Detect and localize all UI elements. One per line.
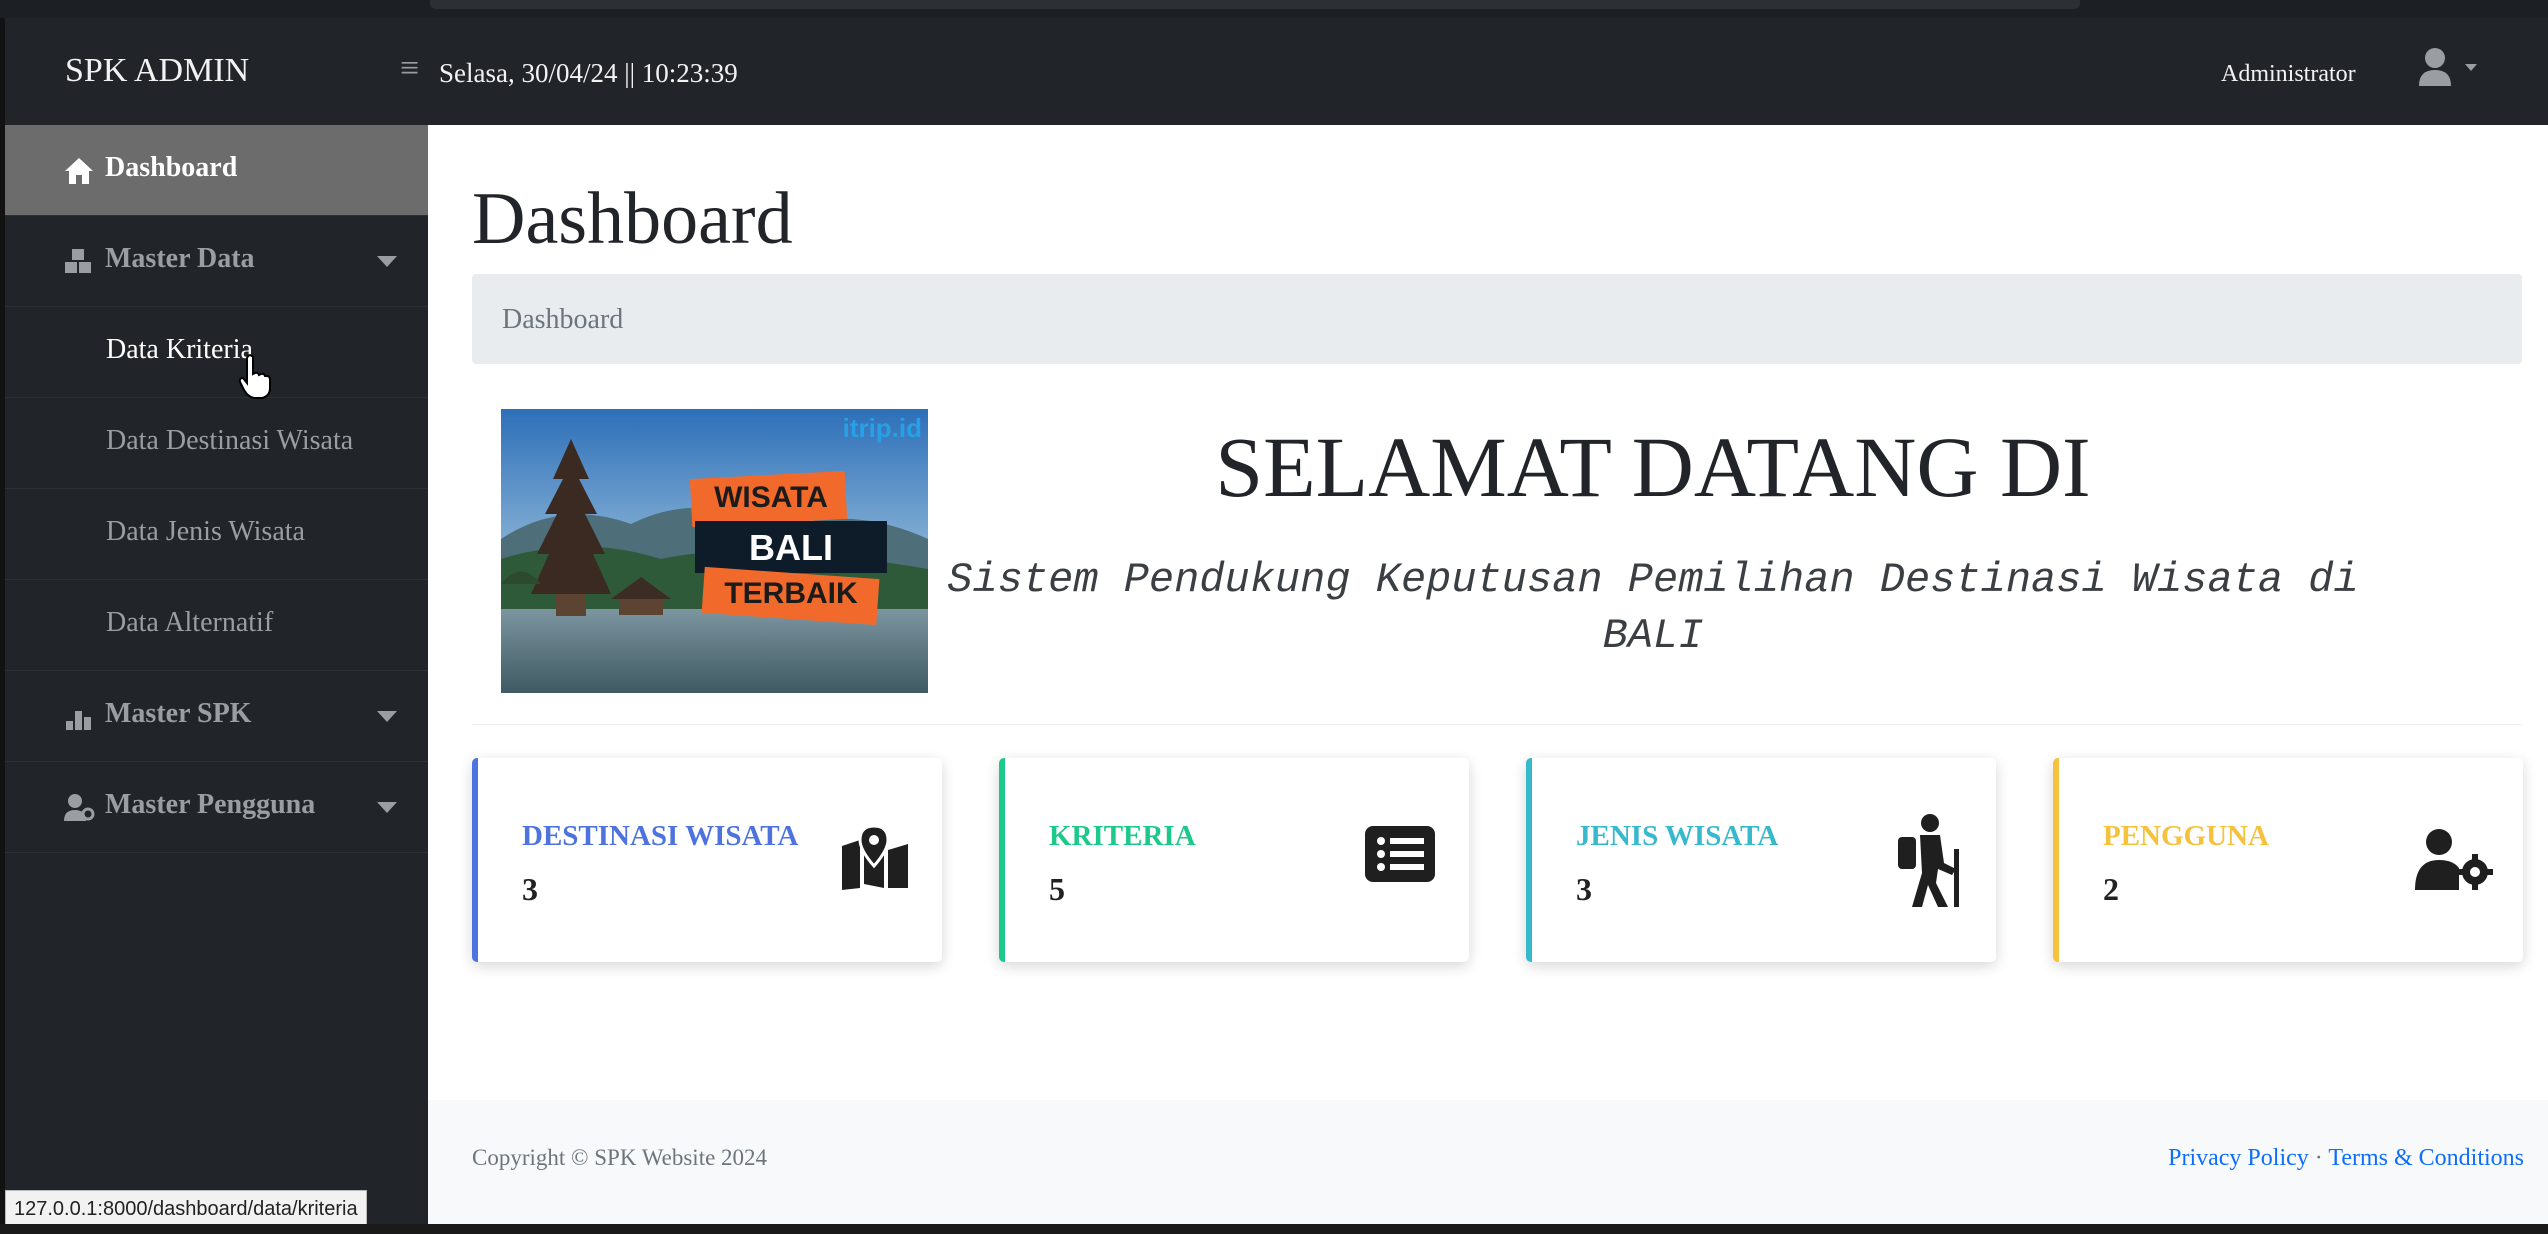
banner-line2-text: BALI — [749, 527, 833, 568]
caret-down-icon — [377, 802, 397, 813]
sidebar-item-data-kriteria[interactable]: Data Kriteria — [5, 307, 428, 398]
sidebar-item-dashboard[interactable]: Dashboard — [5, 125, 428, 216]
card-pengguna[interactable]: PENGGUNA 2 — [2053, 758, 2523, 962]
card-title: PENGGUNA — [2103, 820, 2269, 852]
map-marker-icon — [842, 826, 908, 890]
bottom-bar — [0, 1224, 2548, 1234]
sidebar: Dashboard Master Data Data Kriteria Data… — [5, 125, 428, 1224]
sidebar-item-master-spk[interactable]: Master SPK — [5, 671, 428, 762]
users-icon — [64, 794, 95, 821]
chart-icon — [66, 711, 91, 730]
sidebar-item-data-destinasi-wisata[interactable]: Data Destinasi Wisata — [5, 398, 428, 489]
sidebar-item-data-alternatif[interactable]: Data Alternatif — [5, 580, 428, 671]
cubes-icon — [65, 249, 91, 273]
section-divider — [472, 724, 2522, 725]
main-content: Dashboard Dashboard itrip.id WISATA BALI… — [428, 125, 2548, 1100]
banner-line3-text: TERBAIK — [724, 577, 858, 610]
bali-banner-image: itrip.id WISATA BALI TERBAIK — [501, 409, 928, 693]
terms-conditions-link[interactable]: Terms & Conditions — [2328, 1145, 2524, 1171]
user-cog-icon — [2415, 829, 2493, 890]
card-title: JENIS WISATA — [1576, 820, 1779, 852]
list-icon — [1365, 826, 1435, 882]
sidebar-item-master-data[interactable]: Master Data — [5, 216, 428, 307]
card-kriteria[interactable]: KRITERIA 5 — [999, 758, 1469, 962]
caret-down-icon — [377, 711, 397, 722]
card-value: 3 — [1576, 871, 1592, 907]
sidebar-item-label: Master Pengguna — [105, 789, 316, 820]
sidebar-item-label: Data Kriteria — [106, 334, 253, 365]
footer-copyright: Copyright © SPK Website 2024 — [472, 1145, 768, 1170]
card-title: KRITERIA — [1049, 820, 1196, 852]
caret-down-icon — [377, 256, 397, 267]
sidebar-toggle-icon[interactable]: ≡ — [400, 52, 419, 86]
brand-title[interactable]: SPK ADMIN — [65, 52, 249, 90]
breadcrumb: Dashboard — [472, 274, 2522, 364]
sidebar-item-label: Data Destinasi Wisata — [106, 425, 354, 456]
card-title: DESTINASI WISATA — [522, 820, 799, 852]
hiking-icon — [1898, 814, 1959, 907]
banner-brand-text: itrip.id — [842, 413, 922, 443]
page-title: Dashboard — [472, 178, 793, 260]
user-icon — [2419, 48, 2477, 86]
welcome-tagline: Sistem Pendukung Keputusan Pemilihan Des… — [947, 556, 2359, 660]
sidebar-item-label: Data Jenis Wisata — [106, 516, 305, 547]
card-value: 3 — [522, 871, 538, 907]
sidebar-item-master-pengguna[interactable]: Master Pengguna — [5, 762, 428, 853]
sidebar-item-data-jenis-wisata[interactable]: Data Jenis Wisata — [5, 489, 428, 580]
footer-links: Privacy Policy · Terms & Conditions — [2168, 1145, 2524, 1172]
privacy-policy-link[interactable]: Privacy Policy — [2168, 1145, 2309, 1171]
sidebar-item-label: Data Alternatif — [106, 607, 274, 638]
card-jenis-wisata[interactable]: JENIS WISATA 3 — [1526, 758, 1996, 962]
datetime-display: Selasa, 30/04/24 || 10:23:39 — [439, 58, 738, 88]
hand-cursor-icon — [238, 354, 271, 399]
status-bar-url: 127.0.0.1:8000/dashboard/data/kriteria — [5, 1190, 367, 1226]
sidebar-item-label: Master Data — [105, 243, 255, 274]
welcome-heading: SELAMAT DATANG DI — [1215, 419, 2091, 515]
footer: Copyright © SPK Website 2024 Privacy Pol… — [428, 1100, 2548, 1224]
banner-line1-text: WISATA — [714, 481, 828, 514]
home-icon — [65, 158, 93, 184]
footer-separator: · — [2314, 1145, 2323, 1171]
card-value: 5 — [1049, 871, 1065, 907]
card-destinasi-wisata[interactable]: DESTINASI WISATA 3 — [472, 758, 942, 962]
user-menu-button[interactable] — [2405, 46, 2500, 88]
browser-tab-bar — [430, 0, 2080, 9]
browser-top-strip — [0, 0, 2548, 18]
breadcrumb-item[interactable]: Dashboard — [502, 304, 623, 336]
sidebar-item-label: Dashboard — [105, 152, 238, 183]
user-name: Administrator — [2221, 61, 2356, 87]
sidebar-item-label: Master SPK — [105, 698, 252, 729]
top-navbar: SPK ADMIN ≡ Selasa, 30/04/24 || 10:23:39… — [5, 18, 2548, 125]
card-value: 2 — [2103, 871, 2119, 907]
